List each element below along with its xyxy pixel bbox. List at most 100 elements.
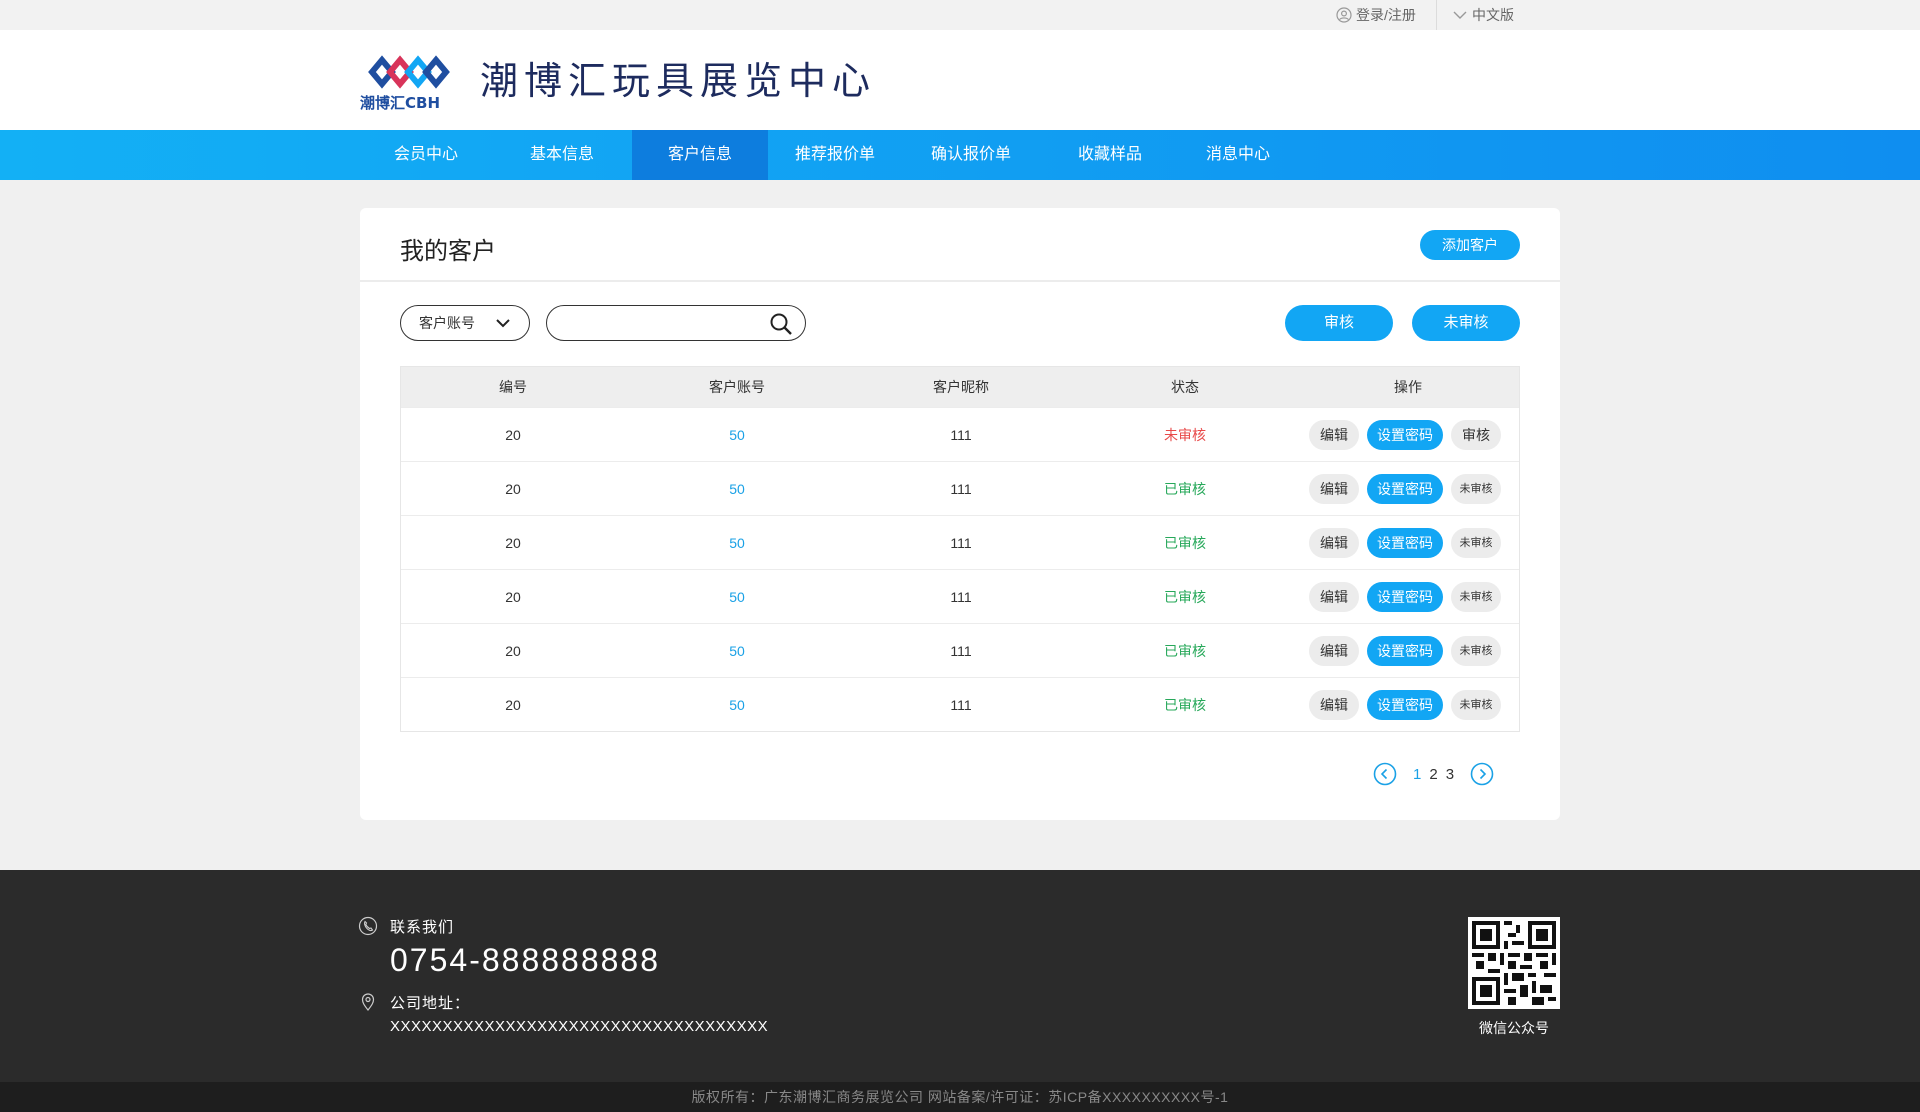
column-header-nickname: 客户昵称 (933, 379, 989, 395)
edit-button[interactable]: 编辑 (1309, 636, 1359, 666)
column-header-account: 客户账号 (709, 379, 765, 395)
nav-customer-info[interactable]: 客户信息 (632, 130, 768, 180)
add-customer-button[interactable]: 添加客户 (1420, 230, 1520, 260)
panel-divider (360, 280, 1560, 282)
review-button[interactable]: 审核 (1451, 420, 1501, 450)
location-pin-icon (361, 993, 375, 1011)
cell-nickname: 111 (950, 427, 972, 443)
set-password-button[interactable]: 设置密码 (1367, 636, 1443, 666)
unreview-button[interactable]: 未审核 (1451, 582, 1501, 612)
chevron-right-icon[interactable] (1470, 762, 1494, 786)
table-header: 编号 客户账号 客户昵称 状态 操作 (401, 367, 1519, 407)
unreview-button[interactable]: 未审核 (1451, 690, 1501, 720)
language-switch[interactable]: 中文版 (1452, 5, 1514, 25)
table-row: 20 50 111 未审核 编辑 设置密码 审核 (401, 407, 1519, 461)
row-actions: 编辑 设置密码 未审核 (1309, 582, 1501, 612)
status-badge: 已审核 (1164, 589, 1206, 605)
contact-phone: 0754-888888888 (390, 942, 661, 978)
status-badge: 已审核 (1164, 535, 1206, 551)
cell-nickname: 111 (950, 481, 972, 497)
cell-nickname: 111 (950, 697, 972, 713)
customer-table: 编号 客户账号 客户昵称 状态 操作 20 50 111 未审核 编辑 设置密码… (400, 366, 1520, 732)
unreview-button[interactable]: 未审核 (1451, 474, 1501, 504)
svg-text:潮博汇CBH: 潮博汇CBH (360, 94, 440, 112)
topbar-divider (1436, 0, 1437, 30)
qr-code-label: 微信公众号 (1479, 1020, 1549, 1036)
cell-id: 20 (505, 481, 521, 497)
logo-mark-icon: 潮博汇CBH (360, 55, 450, 112)
status-badge: 已审核 (1164, 643, 1206, 659)
table-row: 20 50 111 已审核 编辑 设置密码 未审核 (401, 515, 1519, 569)
column-header-status: 状态 (1171, 379, 1199, 395)
status-badge: 已审核 (1164, 697, 1206, 713)
login-register-link[interactable]: 登录/注册 (1336, 5, 1416, 25)
status-badge: 未审核 (1164, 427, 1206, 443)
cell-account-link[interactable]: 50 (625, 624, 849, 678)
cell-account-link[interactable]: 50 (625, 678, 849, 732)
search-input[interactable] (563, 312, 763, 334)
set-password-button[interactable]: 设置密码 (1367, 528, 1443, 558)
cell-account-link[interactable]: 50 (625, 570, 849, 624)
set-password-button[interactable]: 设置密码 (1367, 582, 1443, 612)
table-row: 20 50 111 已审核 编辑 设置密码 未审核 (401, 623, 1519, 677)
main-nav: 会员中心 基本信息 客户信息 推荐报价单 确认报价单 收藏样品 消息中心 (0, 130, 1920, 180)
row-actions: 编辑 设置密码 未审核 (1309, 636, 1501, 666)
cell-account-link[interactable]: 50 (625, 408, 849, 462)
edit-button[interactable]: 编辑 (1309, 582, 1359, 612)
nav-confirmed-quotes[interactable]: 确认报价单 (908, 130, 1034, 180)
table-row: 20 50 111 已审核 编辑 设置密码 未审核 (401, 677, 1519, 731)
filter-field-value: 客户账号 (419, 315, 475, 331)
cell-account-link[interactable]: 50 (625, 462, 849, 516)
edit-button[interactable]: 编辑 (1309, 690, 1359, 720)
filter-field-select[interactable]: 客户账号 (400, 305, 530, 341)
contact-label: 联系我们 (390, 919, 455, 936)
edit-button[interactable]: 编辑 (1309, 528, 1359, 558)
nav-member-center[interactable]: 会员中心 (360, 130, 492, 180)
row-actions: 编辑 设置密码 未审核 (1309, 474, 1501, 504)
cell-id: 20 (505, 697, 521, 713)
nav-saved-samples[interactable]: 收藏样品 (1044, 130, 1176, 180)
unreview-button[interactable]: 未审核 (1451, 636, 1501, 666)
row-actions: 编辑 设置密码 未审核 (1309, 528, 1501, 558)
status-badge: 已审核 (1164, 481, 1206, 497)
column-header-id: 编号 (499, 379, 527, 395)
wechat-qr-code (1468, 917, 1560, 1009)
cell-account-link[interactable]: 50 (625, 516, 849, 570)
edit-button[interactable]: 编辑 (1309, 474, 1359, 504)
page-number[interactable]: 1 (1413, 766, 1421, 783)
filter-unreviewed-button[interactable]: 未审核 (1412, 305, 1520, 341)
qr-code-icon (1472, 921, 1556, 1005)
copyright-bar: 版权所有：广东潮博汇商务展览公司 网站备案/许可证：苏ICP备XXXXXXXXX… (0, 1082, 1920, 1112)
site-header: 潮博汇CBH 潮博汇玩具展览中心 (0, 30, 1920, 130)
filter-reviewed-button[interactable]: 审核 (1285, 305, 1393, 341)
pagination: 1 2 3 (1373, 762, 1494, 786)
page-number[interactable]: 2 (1429, 766, 1437, 783)
login-register-label: 登录/注册 (1356, 7, 1416, 23)
set-password-button[interactable]: 设置密码 (1367, 420, 1443, 450)
nav-recommended-quotes[interactable]: 推荐报价单 (772, 130, 898, 180)
unreview-button[interactable]: 未审核 (1451, 528, 1501, 558)
chevron-left-icon[interactable] (1373, 762, 1397, 786)
edit-button[interactable]: 编辑 (1309, 420, 1359, 450)
nav-basic-info[interactable]: 基本信息 (496, 130, 628, 180)
cell-nickname: 111 (950, 535, 972, 551)
user-icon (1336, 7, 1352, 23)
nav-message-center[interactable]: 消息中心 (1176, 130, 1300, 180)
language-label: 中文版 (1472, 7, 1514, 23)
search-box (546, 305, 806, 341)
chevron-down-icon (1453, 11, 1467, 19)
search-icon[interactable] (769, 312, 793, 336)
page-number[interactable]: 3 (1446, 766, 1454, 783)
cell-id: 20 (505, 589, 521, 605)
brand-logo[interactable]: 潮博汇CBH (360, 48, 458, 112)
cell-id: 20 (505, 643, 521, 659)
page-title: 我的客户 (400, 238, 496, 265)
company-address: XXXXXXXXXXXXXXXXXXXXXXXXXXXXXXXXXXXX (390, 1018, 769, 1035)
set-password-button[interactable]: 设置密码 (1367, 690, 1443, 720)
chevron-down-icon (496, 319, 510, 328)
top-bar: 登录/注册 中文版 (0, 0, 1920, 30)
site-brand-title: 潮博汇玩具展览中心 (480, 59, 877, 103)
column-header-actions: 操作 (1394, 379, 1422, 395)
site-footer: 联系我们 0754-888888888 公司地址： XXXXXXXXXXXXXX… (0, 870, 1920, 1082)
set-password-button[interactable]: 设置密码 (1367, 474, 1443, 504)
